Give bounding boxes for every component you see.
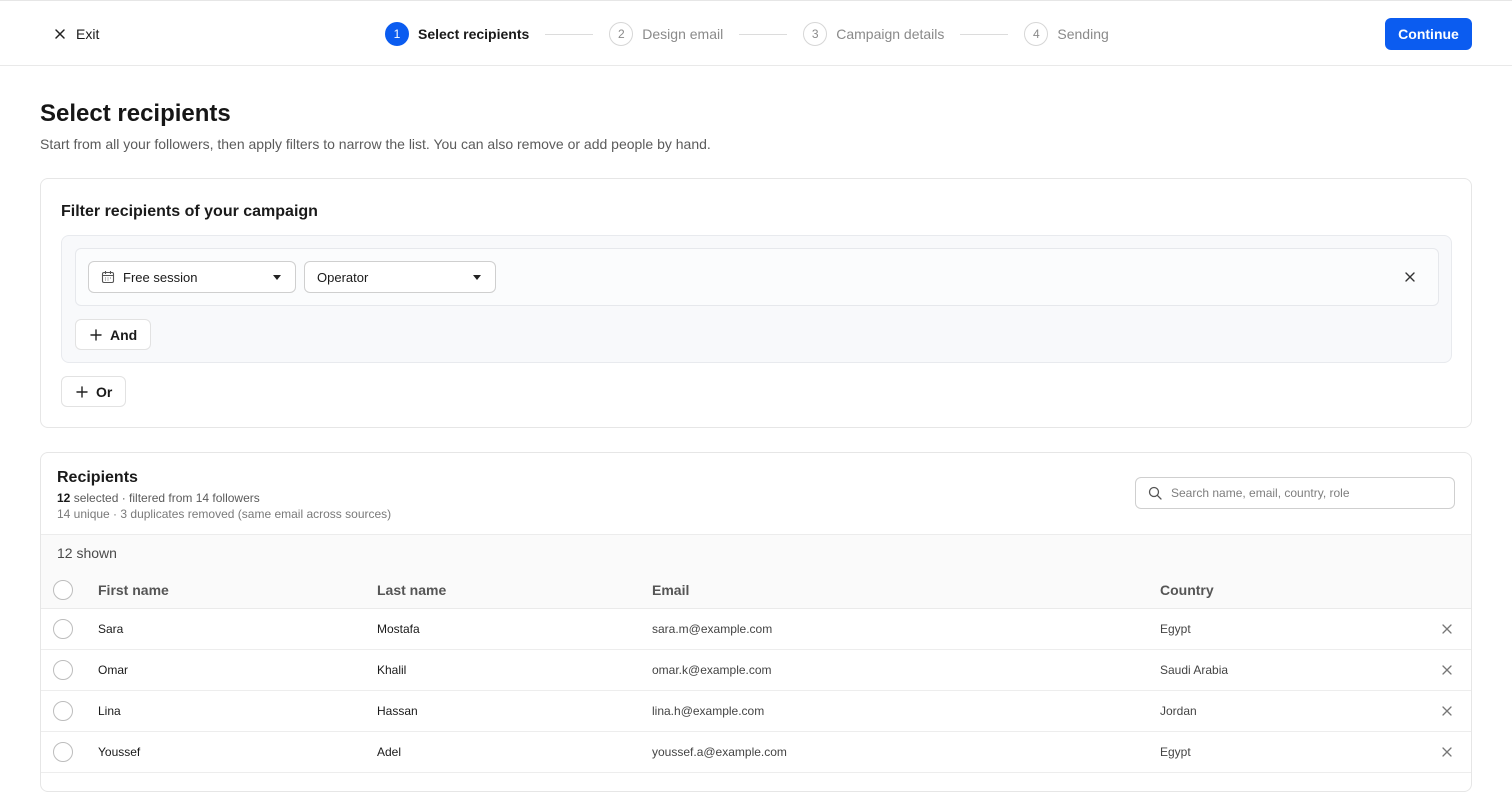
close-icon [55,29,65,39]
column-country[interactable]: Country [1160,582,1214,598]
step-connector [545,33,594,35]
step-label: Select recipients [418,26,530,42]
column-first-name[interactable]: First name [98,582,169,598]
add-or-label: Or [96,383,113,400]
page-subtitle: Start from all your followers, then appl… [40,136,711,152]
search-input[interactable] [1171,486,1451,500]
first-name-cell: Sara [98,622,124,636]
plus-icon [90,328,102,341]
selected-suffix: selected · filtered from 14 followers [70,491,260,505]
selected-summary: 12 selected · filtered from 14 followers [57,491,260,505]
country-cell: Egypt [1160,622,1191,636]
filter-title: Filter recipients of your campaign [61,203,318,220]
step-number: 2 [609,22,634,46]
table-row[interactable]: Omar Khalil omar.k@example.com Saudi Ara… [41,650,1471,691]
step-connector [739,33,788,35]
remove-row-icon[interactable] [1441,746,1453,758]
email-cell: youssef.a@example.com [652,745,787,759]
filter-card: Filter recipients of your campaign Free … [40,178,1472,428]
step-label: Campaign details [836,26,945,42]
email-cell: omar.k@example.com [652,663,772,677]
recipients-title: Recipients [57,469,138,486]
remove-rule-icon[interactable] [1402,269,1418,285]
exit-button[interactable]: Exit [53,23,99,45]
first-name-cell: Lina [98,704,121,718]
remove-row-icon[interactable] [1441,623,1453,635]
add-and-label: And [110,326,138,343]
remove-row-icon[interactable] [1441,664,1453,676]
step-label: Sending [1057,26,1109,42]
search-icon [1148,486,1162,500]
top-bar: Exit 1 Select recipients 2 Design email … [0,0,1512,66]
step-sending[interactable]: 4 Sending [1024,22,1109,46]
search-box [1135,477,1455,509]
exit-label: Exit [76,26,100,42]
recipients-header: Recipients 12 selected · filtered from 1… [41,453,1471,535]
row-checkbox[interactable] [53,701,73,721]
step-number: 1 [385,22,409,46]
country-cell: Jordan [1160,704,1197,718]
step-design-email[interactable]: 2 Design email [609,22,723,46]
last-name-cell: Adel [377,745,402,759]
column-email[interactable]: Email [652,582,689,598]
select-all-checkbox[interactable] [53,580,73,600]
recipients-card: Recipients 12 selected · filtered from 1… [40,452,1472,792]
operator-select-value: Operator [317,269,369,285]
row-checkbox[interactable] [53,619,73,639]
add-and-button[interactable]: And [75,319,152,350]
table-row[interactable]: Sara Mostafa sara.m@example.com Egypt [41,609,1471,650]
country-cell: Egypt [1160,745,1191,759]
last-name-cell: Khalil [377,663,407,677]
continue-button[interactable]: Continue [1385,18,1472,50]
email-cell: lina.h@example.com [652,704,765,718]
column-last-name[interactable]: Last name [377,582,446,598]
step-campaign-details[interactable]: 3 Campaign details [803,22,944,46]
table-row[interactable]: Youssef Adel youssef.a@example.com Egypt [41,732,1471,773]
step-select-recipients[interactable]: 1 Select recipients [385,22,529,46]
first-name-cell: Omar [98,663,128,677]
row-checkbox[interactable] [53,660,73,680]
row-checkbox[interactable] [53,742,73,762]
remove-row-icon[interactable] [1441,705,1453,717]
dedupe-summary: 14 unique · 3 duplicates removed (same e… [57,507,392,521]
country-cell: Saudi Arabia [1160,663,1229,677]
operator-select[interactable]: Operator [304,261,496,293]
calendar-icon [101,271,115,284]
email-cell: sara.m@example.com [652,622,773,636]
last-name-cell: Mostafa [377,622,420,636]
field-select-value: Free session [123,269,198,285]
step-connector [960,33,1009,35]
filter-group: Free session Operator And [61,235,1452,363]
chevron-down-icon [473,275,481,280]
step-number: 4 [1024,22,1049,46]
field-select[interactable]: Free session [88,261,296,293]
table-toolbar: 12 shown First name Last name Email Coun… [41,535,1471,609]
filter-rule: Free session Operator [75,248,1439,306]
step-number: 3 [803,22,828,46]
shown-count: 12 shown [57,545,117,561]
table-header: First name Last name Email Country [41,571,1471,609]
add-or-button[interactable]: Or [61,376,127,407]
page-title: Select recipients [40,100,231,127]
plus-icon [76,385,88,398]
table-row[interactable]: Lina Hassan lina.h@example.com Jordan [41,691,1471,732]
step-label: Design email [642,26,724,42]
chevron-down-icon [273,275,281,280]
last-name-cell: Hassan [377,704,418,718]
selected-count: 12 [57,491,71,505]
first-name-cell: Youssef [98,745,141,759]
stepper: 1 Select recipients 2 Design email 3 Cam… [385,22,1109,46]
